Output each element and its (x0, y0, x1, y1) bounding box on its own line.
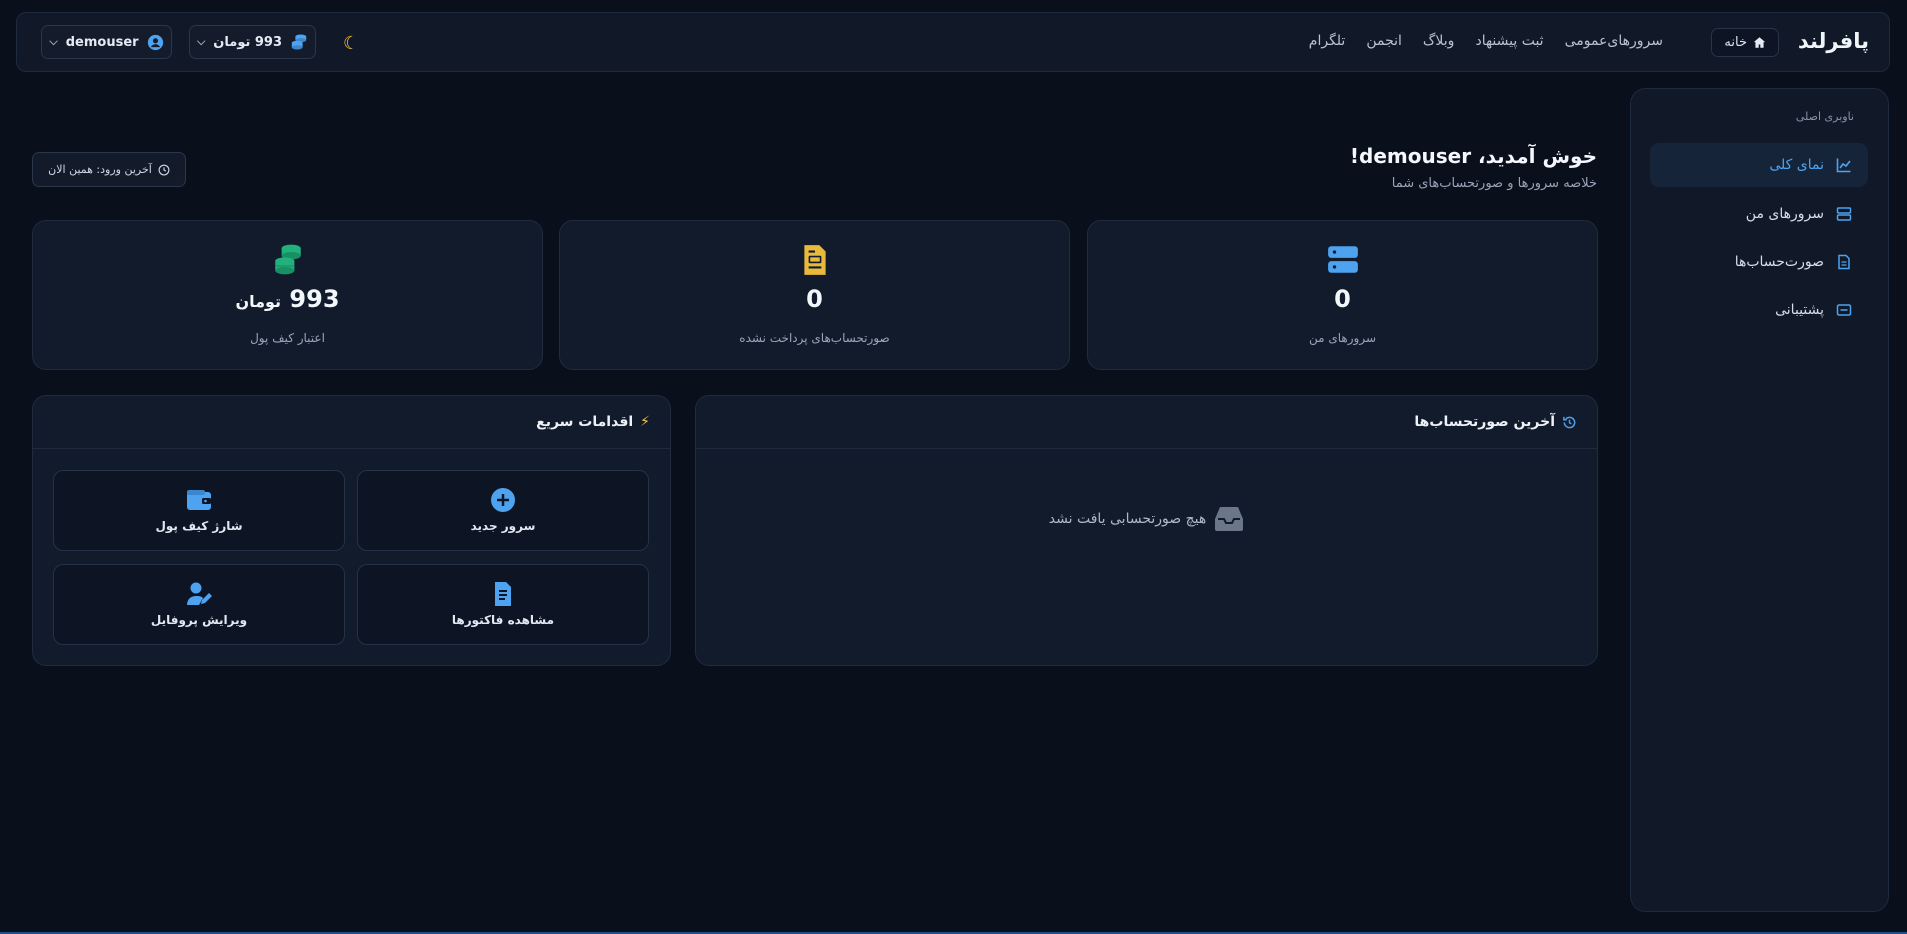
home-icon (1753, 37, 1766, 48)
view-invoices-button[interactable]: مشاهده فاکتورها (357, 564, 649, 645)
stat-card-servers: 0 سرورهای من (1087, 220, 1598, 370)
user-menu-dropdown[interactable]: ⌵ demouser (41, 25, 172, 59)
nav-link-telegram[interactable]: تلگرام (1309, 33, 1346, 49)
stat-card-wallet: 993 تومان اعتبار کیف پول (32, 220, 543, 370)
sidebar-caption: ناوبری اصلی (1795, 110, 1854, 123)
wallet-unit: تومان (235, 292, 282, 311)
nav-link-forum[interactable]: انجمن (1366, 33, 1402, 49)
empty-state-text: هیچ صورتحسابی یافت نشد (1048, 511, 1207, 527)
username-label: demouser (65, 34, 139, 50)
user-edit-icon (187, 582, 212, 605)
stat-value: 0 (1334, 285, 1351, 313)
server-icon (1836, 207, 1852, 221)
quick-action-label: شارژ کیف پول (155, 519, 243, 533)
chart-line-icon (1836, 158, 1851, 173)
panel-title: آخرین صورتحساب‌ها (1414, 414, 1555, 430)
history-icon (1563, 416, 1576, 428)
sidebar-item-overview[interactable]: نمای کلی (1650, 143, 1868, 187)
user-circle-icon (147, 34, 163, 50)
sidebar-item-label: صورت‌حساب‌ها (1734, 254, 1824, 270)
chevron-down-icon: ⌵ (196, 35, 206, 48)
sidebar-item-support[interactable]: پشتیبانی (1650, 288, 1868, 332)
quick-actions-panel: ⚡ اقدامات سریع سرور جدید شارژ کیف پول مش… (32, 395, 671, 666)
balance-dropdown[interactable]: ⌵ 993 تومان (189, 25, 316, 59)
coins-icon (291, 34, 307, 50)
balance-label: 993 تومان (213, 34, 283, 50)
page-subtitle: خلاصه سرورها و صورتحساب‌های شما (1391, 176, 1597, 191)
nav-link-suggestion[interactable]: ثبت پیشنهاد (1475, 33, 1543, 49)
sidebar: ناوبری اصلی نمای کلی سرورهای من صورت‌حسا… (1630, 88, 1889, 912)
home-button[interactable]: خانه (1711, 28, 1779, 57)
invoice-icon (495, 582, 511, 606)
server-icon (1327, 246, 1358, 273)
inbox-icon (1215, 507, 1244, 531)
theme-toggle-moon-icon[interactable]: ☾ (343, 33, 359, 54)
panel-header: ⚡ اقدامات سریع (33, 396, 670, 449)
sidebar-item-my-servers[interactable]: سرورهای من (1650, 192, 1868, 236)
coins-icon (274, 244, 301, 275)
ticket-icon (1836, 304, 1852, 316)
top-navbar: پافرلند خانه سرورهای‌عمومی ثبت پیشنهاد و… (16, 12, 1890, 72)
invoice-icon (803, 245, 826, 275)
quick-action-label: ویرایش پروفایل (150, 613, 248, 627)
plus-circle-icon (491, 488, 515, 512)
empty-state: هیچ صورتحسابی یافت نشد (696, 506, 1597, 532)
quick-action-label: سرور جدید (470, 519, 536, 533)
last-login-badge: آخرین ورود: همین الان (32, 152, 186, 187)
stat-label: سرورهای من (1308, 331, 1377, 345)
last-login-text: آخرین ورود: همین الان (48, 163, 152, 176)
brand-logo[interactable]: پافرلند (1798, 29, 1869, 53)
quick-action-label: مشاهده فاکتورها (451, 613, 555, 627)
stat-label: صورتحساب‌های پرداخت نشده (739, 331, 890, 345)
home-button-label: خانه (1724, 35, 1747, 50)
panel-title: اقدامات سریع (536, 414, 634, 430)
sidebar-item-label: نمای کلی (1769, 157, 1824, 173)
panel-header: آخرین صورتحساب‌ها (696, 396, 1597, 449)
wallet-amount: 993 (289, 285, 340, 313)
main-nav: سرورهای‌عمومی ثبت پیشنهاد وبلاگ انجمن تل… (1309, 33, 1663, 49)
sidebar-item-invoices[interactable]: صورت‌حساب‌ها (1650, 240, 1868, 284)
new-server-button[interactable]: سرور جدید (357, 470, 649, 551)
stat-card-unpaid-invoices: 0 صورتحساب‌های پرداخت نشده (559, 220, 1070, 370)
chevron-down-icon: ⌵ (49, 35, 58, 48)
page-title: خوش آمدید، demouser! (1349, 144, 1597, 168)
charge-wallet-button[interactable]: شارژ کیف پول (53, 470, 345, 551)
sidebar-item-label: سرورهای من (1745, 206, 1824, 222)
stat-label: اعتبار کیف پول (250, 331, 325, 345)
nav-link-blog[interactable]: وبلاگ (1423, 33, 1455, 49)
latest-invoices-panel: آخرین صورتحساب‌ها هیچ صورتحسابی یافت نشد (695, 395, 1598, 666)
stat-value: 993 تومان (33, 285, 542, 313)
edit-profile-button[interactable]: ویرایش پروفایل (53, 564, 345, 645)
clock-icon (158, 164, 170, 175)
invoice-icon (1838, 254, 1850, 270)
sidebar-item-label: پشتیبانی (1775, 302, 1824, 318)
wallet-icon (187, 490, 211, 510)
bolt-icon: ⚡ (640, 414, 650, 430)
stat-value: 0 (806, 285, 823, 313)
nav-link-public-servers[interactable]: سرورهای‌عمومی (1565, 33, 1663, 49)
